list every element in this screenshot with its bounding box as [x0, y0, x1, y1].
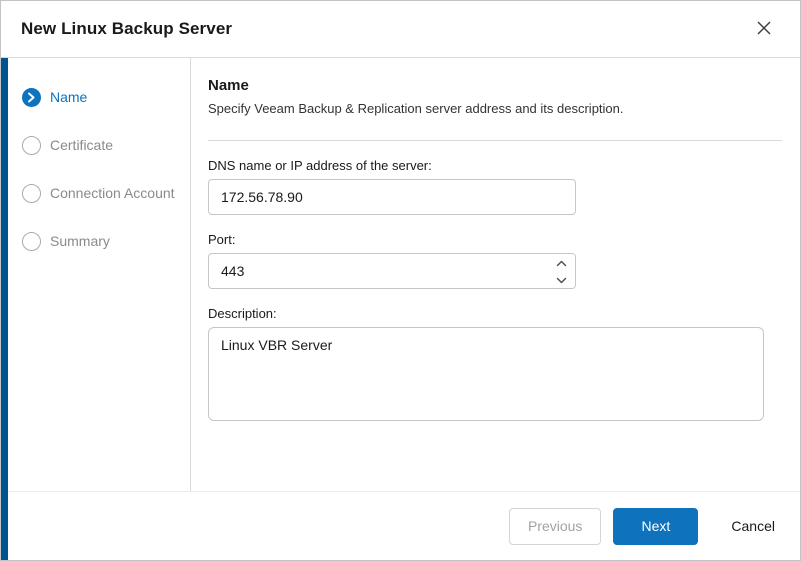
description-field-label: Description:	[208, 306, 782, 321]
port-increment-button[interactable]	[547, 254, 575, 271]
cancel-button[interactable]: Cancel	[727, 508, 779, 545]
wizard-accent-stripe	[1, 58, 8, 560]
description-textarea[interactable]: Linux VBR Server	[208, 327, 764, 421]
next-button[interactable]: Next	[613, 508, 698, 545]
port-field	[208, 253, 576, 289]
wizard-steps-sidebar: Name Certificate Connection Account Summ…	[1, 58, 191, 491]
step-pending-icon	[22, 232, 41, 251]
step-item-name[interactable]: Name	[22, 82, 180, 112]
dialog-body: Name Certificate Connection Account Summ…	[1, 58, 800, 491]
dialog-footer: Previous Next Cancel	[1, 491, 800, 560]
step-pending-icon	[22, 184, 41, 203]
port-input[interactable]	[208, 253, 576, 289]
content-divider	[208, 140, 782, 141]
step-label: Summary	[50, 233, 110, 249]
step-label: Name	[50, 89, 87, 105]
step-item-summary[interactable]: Summary	[22, 226, 180, 256]
page-title: Name	[208, 77, 782, 94]
previous-button[interactable]: Previous	[509, 508, 601, 545]
dialog-title: New Linux Backup Server	[21, 19, 232, 39]
step-item-certificate[interactable]: Certificate	[22, 130, 180, 160]
page-subtitle: Specify Veeam Backup & Replication serve…	[208, 101, 782, 116]
chevron-down-icon	[556, 272, 567, 287]
dns-field-label: DNS name or IP address of the server:	[208, 158, 782, 173]
chevron-up-icon	[556, 255, 567, 270]
dns-address-input[interactable]	[208, 179, 576, 215]
close-button[interactable]	[750, 15, 778, 43]
step-active-icon	[22, 88, 41, 107]
port-decrement-button[interactable]	[547, 271, 575, 288]
step-item-connection-account[interactable]: Connection Account	[22, 178, 180, 208]
port-field-label: Port:	[208, 232, 782, 247]
dialog-header: New Linux Backup Server	[1, 1, 800, 58]
step-label: Connection Account	[50, 185, 175, 201]
step-label: Certificate	[50, 137, 113, 153]
step-pending-icon	[22, 136, 41, 155]
port-stepper	[547, 254, 575, 288]
step-content-panel: Name Specify Veeam Backup & Replication …	[191, 58, 800, 491]
new-linux-backup-server-dialog: New Linux Backup Server Name	[0, 0, 801, 561]
close-icon	[757, 21, 771, 38]
